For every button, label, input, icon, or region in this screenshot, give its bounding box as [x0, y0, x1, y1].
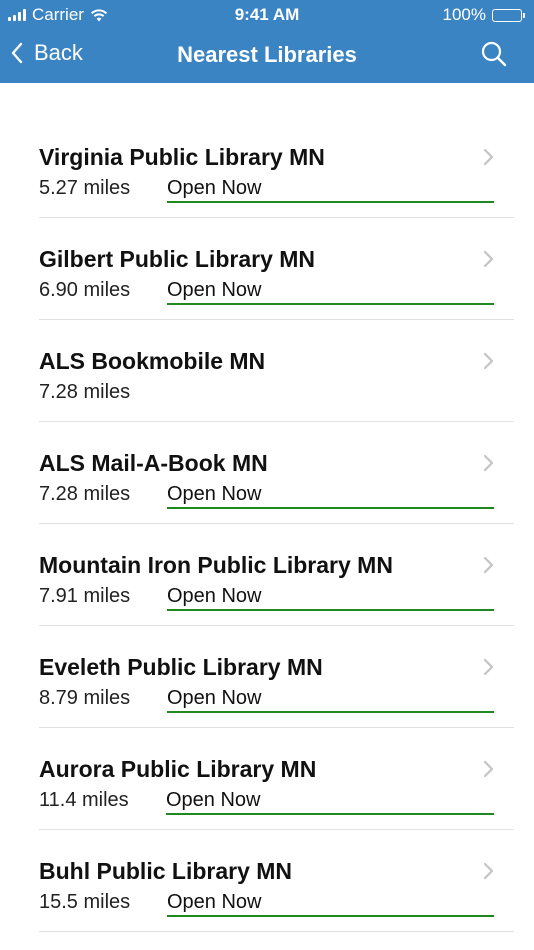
library-list: Virginia Public Library MN 5.27 miles Open… — [0, 116, 534, 932]
library-distance: 7.91 miles — [39, 585, 131, 607]
library-name: Buhl Public Library MN — [39, 858, 293, 884]
battery-percent: 100% — [442, 5, 486, 24]
open-status: Open Now — [167, 279, 494, 305]
chevron-right-icon — [483, 658, 494, 676]
list-item[interactable]: ALS Mail-A-Book MN 7.28 miles Open Now — [39, 422, 514, 524]
library-distance: 8.79 miles — [39, 687, 131, 709]
library-name: ALS Mail-A-Book MN — [39, 450, 268, 476]
open-status: Open Now — [167, 177, 494, 203]
chevron-right-icon — [483, 556, 494, 574]
search-icon[interactable] — [480, 40, 508, 68]
chevron-right-icon — [483, 352, 494, 370]
open-status: Open Now — [167, 585, 494, 611]
list-item[interactable]: Mountain Iron Public Library MN 7.91 mile… — [39, 524, 514, 626]
open-status: Open Now — [167, 891, 494, 917]
chevron-right-icon — [483, 454, 494, 472]
library-name: Aurora Public Library MN — [39, 756, 317, 782]
list-item[interactable]: Buhl Public Library MN 15.5 miles Open Now — [39, 830, 514, 932]
chevron-right-icon — [483, 760, 494, 778]
chevron-right-icon — [483, 148, 494, 166]
library-name: Mountain Iron Public Library MN — [39, 552, 393, 578]
list-item[interactable]: Eveleth Public Library MN 8.79 miles Open … — [39, 626, 514, 728]
library-distance: 11.4 miles — [39, 789, 129, 811]
list-item[interactable]: Aurora Public Library MN 11.4 miles Open N… — [39, 728, 514, 830]
navigation-bar: Back Nearest Libraries — [0, 30, 534, 83]
top-bar: Carrier 9:41 AM 100% Back Nearest Librar… — [0, 0, 534, 83]
library-name: Virginia Public Library MN — [39, 144, 325, 170]
library-distance: 7.28 miles — [39, 483, 131, 505]
open-status: Open Now — [167, 483, 494, 509]
chevron-right-icon — [483, 862, 494, 880]
list-item[interactable]: ALS Bookmobile MN 7.28 miles — [39, 320, 514, 422]
chevron-right-icon — [483, 250, 494, 268]
battery-indicator: 100% — [442, 5, 525, 25]
status-bar: Carrier 9:41 AM 100% — [0, 0, 534, 30]
open-status: Open Now — [166, 789, 494, 815]
open-status: Open Now — [167, 687, 494, 713]
library-distance: 7.28 miles — [39, 381, 131, 403]
battery-icon — [492, 8, 525, 22]
library-name: Gilbert Public Library MN — [39, 246, 316, 272]
library-name: ALS Bookmobile MN — [39, 348, 266, 374]
library-distance: 15.5 miles — [39, 891, 131, 913]
list-item[interactable]: Virginia Public Library MN 5.27 miles Open… — [39, 116, 514, 218]
library-distance: 6.90 miles — [39, 279, 131, 301]
library-name: Eveleth Public Library MN — [39, 654, 323, 680]
page-title: Nearest Libraries — [177, 42, 357, 67]
list-item[interactable]: Gilbert Public Library MN 6.90 miles Open … — [39, 218, 514, 320]
library-distance: 5.27 miles — [39, 177, 131, 199]
